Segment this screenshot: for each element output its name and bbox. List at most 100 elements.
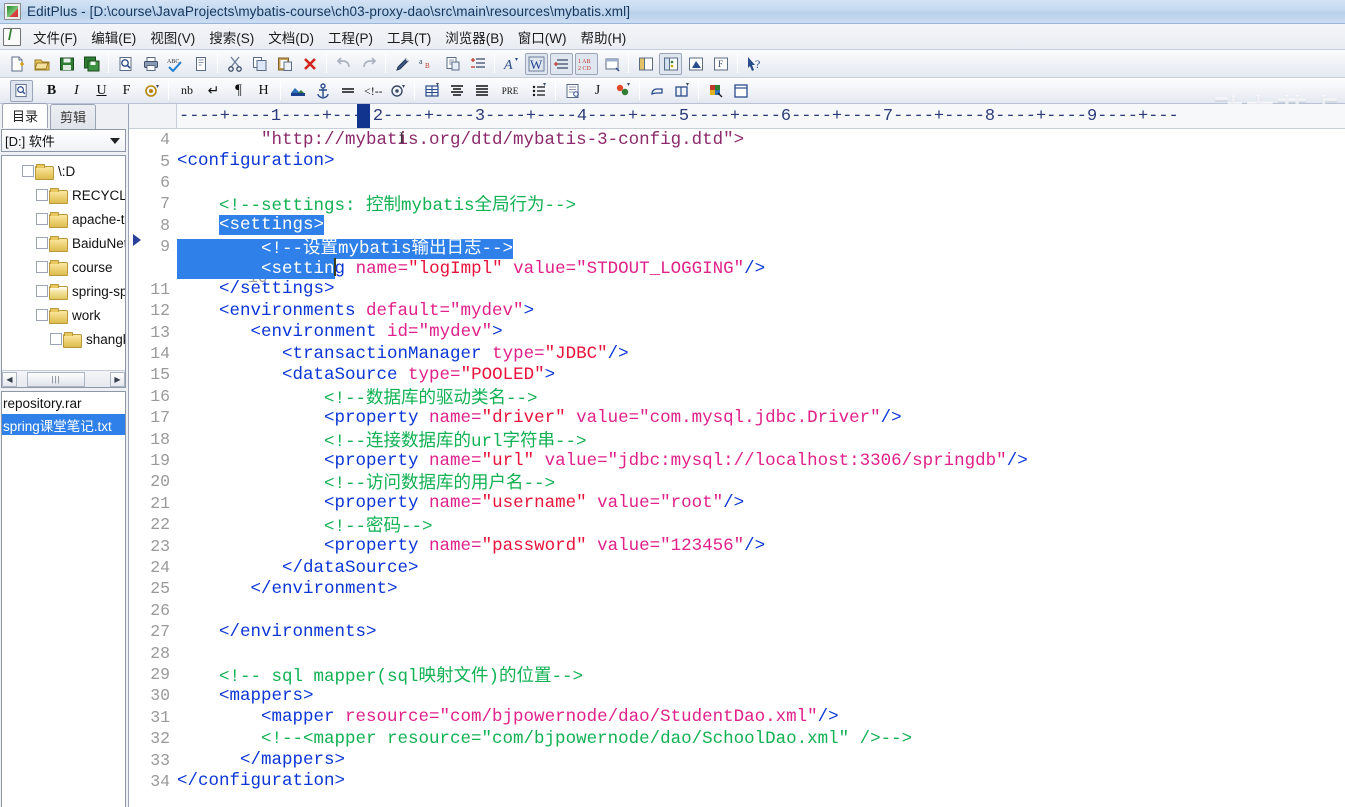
tab-cliptext[interactable]: 剪辑	[50, 104, 97, 129]
menu-browser[interactable]: 浏览器(B)	[438, 24, 511, 50]
code-line[interactable]: 12 <environments default="mydev">	[129, 300, 1345, 321]
redo-icon[interactable]	[357, 53, 380, 75]
expand-checkbox[interactable]	[36, 213, 48, 225]
code-line[interactable]: 15 <dataSource type="POOLED">	[129, 364, 1345, 385]
code-line[interactable]: 30 <mappers>	[129, 685, 1345, 706]
menu-document[interactable]: 文档(D)	[261, 24, 321, 50]
cut-icon[interactable]	[223, 53, 246, 75]
ftp-upload-icon[interactable]	[684, 53, 707, 75]
object-button[interactable]	[386, 80, 409, 102]
align-center-button[interactable]	[445, 80, 468, 102]
code-line[interactable]: 24 </dataSource>	[129, 557, 1345, 578]
line-break-button[interactable]: ↵	[202, 80, 225, 102]
table-button[interactable]	[420, 80, 443, 102]
replace-icon[interactable]: aB	[416, 53, 439, 75]
code-line[interactable]: 28	[129, 642, 1345, 663]
font-button[interactable]: F	[115, 80, 138, 102]
save-file-icon[interactable]	[55, 53, 78, 75]
open-file-icon[interactable]	[30, 53, 53, 75]
tree-item[interactable]: \:D	[2, 159, 125, 183]
menu-tools[interactable]: 工具(T)	[380, 24, 438, 50]
script-button[interactable]	[611, 80, 634, 102]
menu-window[interactable]: 窗口(W)	[511, 24, 574, 50]
code-line[interactable]: 31 <mapper resource="com/bjpowernode/dao…	[129, 707, 1345, 728]
code-line[interactable]: 22 <!--密码-->	[129, 514, 1345, 537]
code-line[interactable]: 26	[129, 600, 1345, 621]
tree-item[interactable]: RECYCLE.	[2, 183, 125, 207]
code-line[interactable]: 17 <property name="driver" value="com.my…	[129, 407, 1345, 428]
javascript-button[interactable]: J	[586, 80, 609, 102]
comment-button[interactable]: <!--	[361, 80, 384, 102]
italic-button[interactable]: I	[65, 80, 88, 102]
line-numbers-icon[interactable]	[550, 52, 573, 75]
code-line[interactable]: 13 <environment id="mydev">	[129, 322, 1345, 343]
menu-help[interactable]: 帮助(H)	[573, 24, 633, 50]
code-line[interactable]: 7 <!--settings: 控制mybatis全局行为-->	[129, 193, 1345, 216]
tree-item[interactable]: course	[2, 255, 125, 279]
code-line[interactable]: 6	[129, 172, 1345, 193]
list-item[interactable]: repository.rar	[2, 393, 125, 414]
indent-icon[interactable]	[466, 53, 489, 75]
code-line[interactable]: 5 <configuration>	[129, 150, 1345, 171]
file-list[interactable]: repository.rar spring课堂笔记.txt	[1, 391, 126, 807]
horizontal-rule-button[interactable]	[336, 80, 359, 102]
new-file-icon[interactable]	[5, 53, 28, 75]
align-justify-button[interactable]	[470, 80, 493, 102]
menu-view[interactable]: 视图(V)	[143, 24, 202, 50]
underline-button[interactable]: U	[90, 80, 113, 102]
frame-button[interactable]	[670, 80, 693, 102]
code-line[interactable]: 4 "http://mybatis.org/dtd/mybatis-3-conf…	[129, 129, 1345, 150]
code-line[interactable]: 19 <property name="url" value="jdbc:mysq…	[129, 450, 1345, 471]
expand-checkbox[interactable]	[36, 309, 48, 321]
code-line[interactable]: 23 <property name="password" value="1234…	[129, 535, 1345, 556]
tree-item[interactable]: shangke	[2, 327, 125, 351]
code-line[interactable]: 8 <settings>	[129, 215, 1345, 236]
tab-directory[interactable]: 目录	[2, 103, 49, 128]
color-button[interactable]	[140, 80, 163, 102]
function-list-icon[interactable]: F	[709, 53, 732, 75]
code-line[interactable]: 18 <!--连接数据库的url字符串-->	[129, 428, 1345, 452]
scroll-right-icon[interactable]: ▶	[110, 371, 125, 387]
code-line[interactable]: 21 <property name="username" value="root…	[129, 493, 1345, 514]
heading-button[interactable]: H	[252, 80, 275, 102]
paste-icon[interactable]	[273, 53, 296, 75]
code-line[interactable]: 25 </environment>	[129, 578, 1345, 599]
tree-horizontal-scrollbar[interactable]: ◀ ||| ▶	[2, 370, 125, 387]
browser-preview-icon[interactable]	[600, 53, 623, 75]
copy-icon[interactable]	[248, 53, 271, 75]
tree-item[interactable]: spring-sp	[2, 279, 125, 303]
code-line[interactable]: 34 </configuration>	[129, 771, 1345, 792]
menu-project[interactable]: 工程(P)	[321, 24, 380, 50]
bold-button[interactable]: B	[40, 80, 63, 102]
tree-item[interactable]: apache-to	[2, 207, 125, 231]
expand-checkbox[interactable]	[36, 261, 48, 273]
image-button[interactable]	[286, 80, 309, 102]
drive-combobox[interactable]: [D:] 软件	[1, 129, 126, 152]
color-picker-button[interactable]	[704, 80, 727, 102]
menu-edit[interactable]: 编辑(E)	[84, 24, 143, 50]
duplicate-icon[interactable]	[441, 53, 464, 75]
expand-checkbox[interactable]	[36, 189, 48, 201]
code-line[interactable]: 20 <!--访问数据库的用户名-->	[129, 471, 1345, 494]
tree-item[interactable]: BaiduNet	[2, 231, 125, 255]
find-icon[interactable]	[391, 53, 414, 75]
link-button[interactable]	[645, 80, 668, 102]
toggle-output-icon[interactable]	[659, 52, 682, 75]
word-wrap-icon[interactable]: W	[525, 52, 548, 75]
save-all-icon[interactable]	[80, 53, 103, 75]
expand-checkbox[interactable]	[36, 237, 48, 249]
code-line[interactable]: 32 <!--<mapper resource="com/bjpowernode…	[129, 728, 1345, 749]
anchor-button[interactable]	[311, 80, 334, 102]
nbsp-button[interactable]: nb	[174, 80, 200, 102]
code-line[interactable]: 9 <!--设置mybatis输出日志-->	[129, 236, 1345, 260]
code-line[interactable]: 16 <!--数据库的驱动类名-->	[129, 386, 1345, 409]
code-line[interactable]: 14 <transactionManager type="JDBC"/> I	[129, 130, 1345, 364]
context-help-icon[interactable]: ?	[743, 53, 766, 75]
paragraph-button[interactable]: ¶	[227, 80, 250, 102]
code-line[interactable]: 10 <setting name="logImpl" value="STDOUT…	[129, 234, 1345, 287]
folder-tree[interactable]: \:D RECYCLE. apache-to	[1, 155, 126, 388]
code-line[interactable]: 27 </environments>	[129, 621, 1345, 642]
delete-icon[interactable]	[298, 53, 321, 75]
font-icon[interactable]: A	[500, 53, 523, 75]
page-setup-icon[interactable]	[189, 53, 212, 75]
